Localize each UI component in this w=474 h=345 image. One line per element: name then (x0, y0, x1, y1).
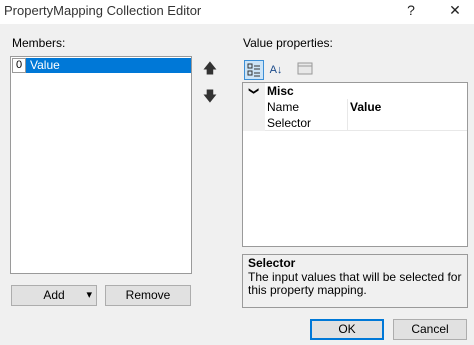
add-label: Add (43, 288, 65, 302)
property-value[interactable]: Value (350, 99, 381, 115)
remove-button[interactable]: Remove (105, 285, 191, 306)
window-title: PropertyMapping Collection Editor (4, 3, 202, 18)
collapse-icon[interactable]: ❯ (245, 87, 261, 95)
property-name: Selector (267, 116, 312, 130)
move-up-button[interactable]: 🡅 (199, 58, 221, 78)
column-divider (347, 115, 348, 131)
help-title: Selector (248, 256, 296, 270)
property-grid[interactable]: ❯ Misc Name Value Selector (242, 82, 468, 247)
help-pane: Selector The input values that will be s… (242, 254, 468, 308)
add-button[interactable]: Add ▾ (11, 285, 97, 306)
grid-margin (243, 115, 265, 131)
properties-label: Value properties: (243, 36, 333, 50)
help-description: The input values that will be selected f… (248, 270, 462, 297)
category-label: Misc (267, 84, 294, 98)
member-index: 0 (12, 58, 26, 73)
grid-margin (243, 99, 265, 115)
column-divider (347, 99, 348, 115)
category-row[interactable]: ❯ Misc (243, 83, 467, 99)
close-button[interactable]: ✕ (440, 0, 470, 22)
property-row-selector[interactable]: Selector (243, 115, 467, 131)
categorized-icon[interactable] (244, 60, 264, 80)
help-button[interactable]: ? (396, 0, 426, 22)
ok-button[interactable]: OK (310, 319, 384, 340)
move-down-button[interactable]: 🡇 (199, 86, 221, 106)
property-pages-icon[interactable] (296, 60, 316, 80)
member-value: Value (30, 58, 60, 72)
members-list[interactable]: 0 Value (10, 56, 192, 274)
property-row-name[interactable]: Name Value (243, 99, 467, 115)
alphabetical-icon[interactable]: A↓ (266, 60, 286, 80)
list-item[interactable]: 0 Value (12, 58, 191, 73)
arrow-down-icon: 🡇 (202, 88, 218, 104)
cancel-button[interactable]: Cancel (393, 319, 467, 340)
property-name: Name (267, 100, 300, 114)
arrow-up-icon: 🡅 (202, 60, 218, 76)
members-label: Members: (12, 36, 66, 50)
dropdown-arrow-icon[interactable]: ▾ (86, 286, 92, 305)
